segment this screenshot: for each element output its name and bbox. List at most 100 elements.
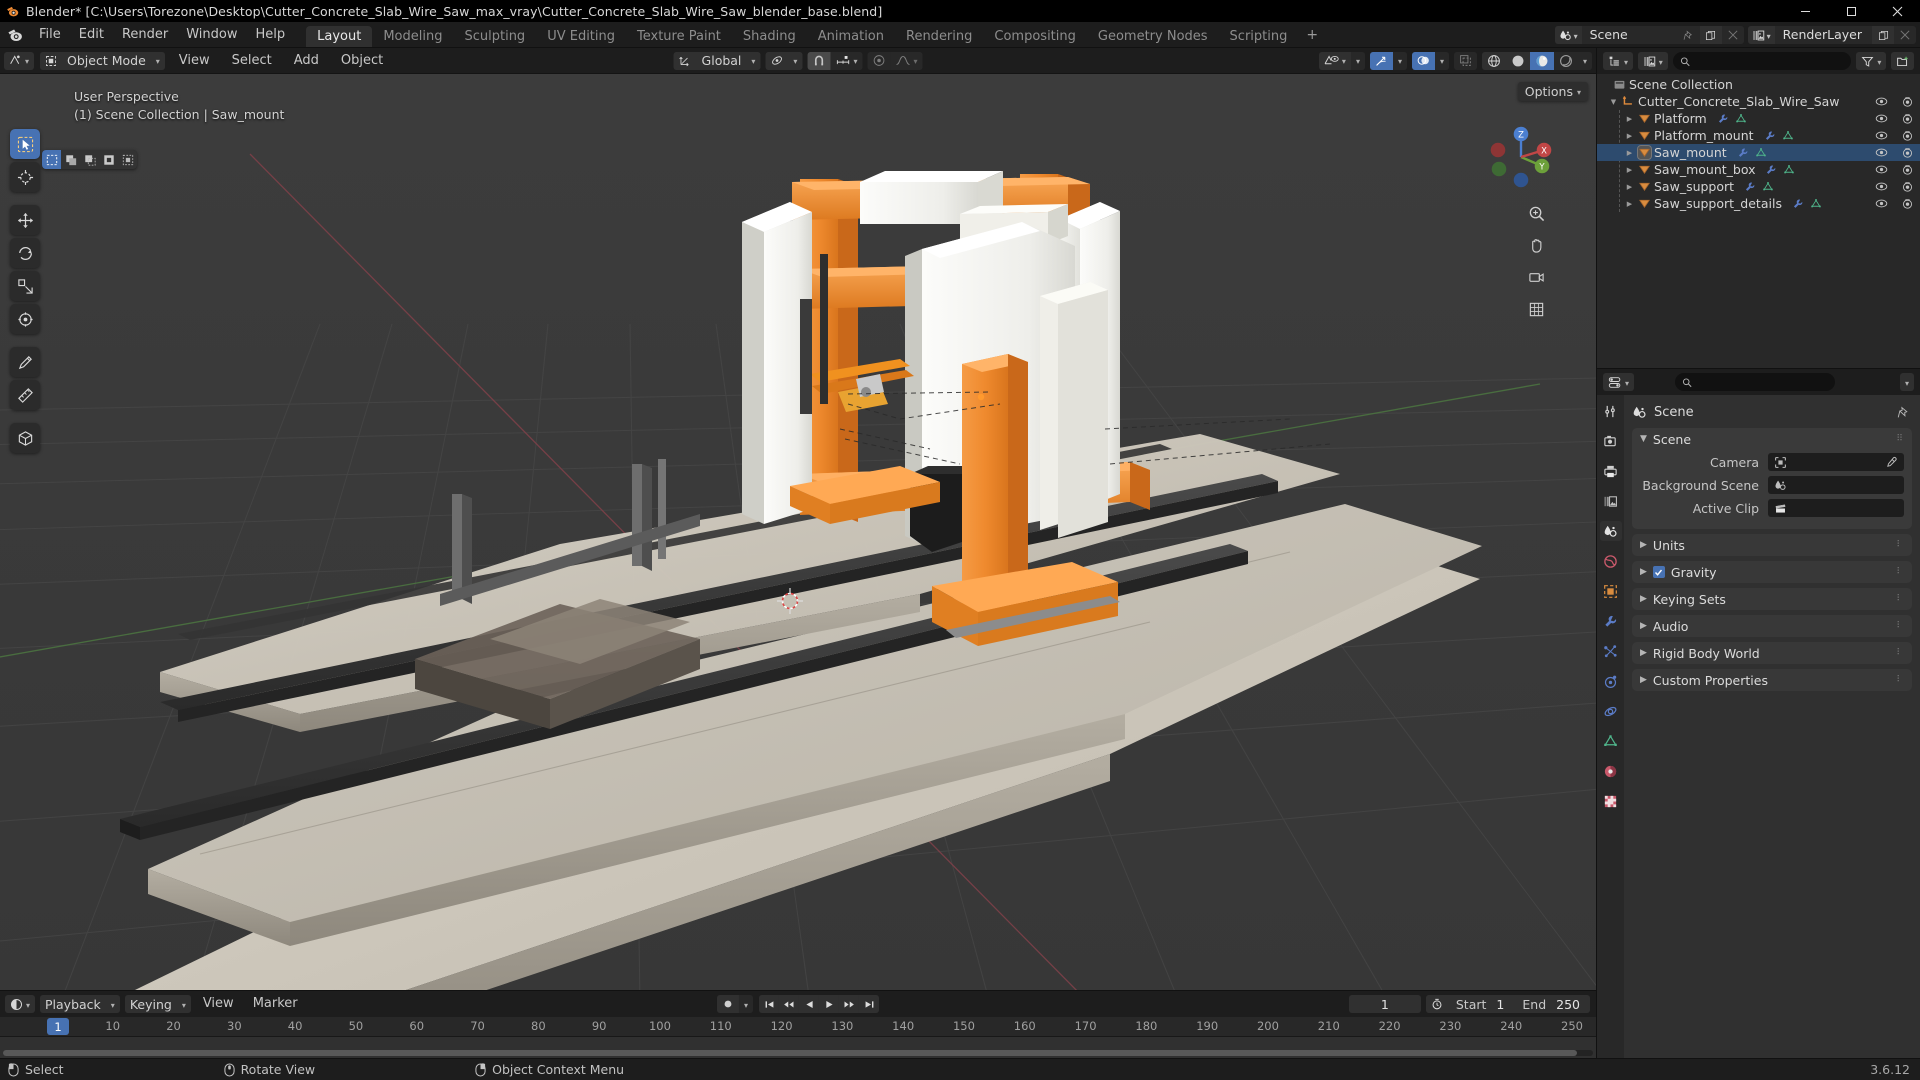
keying-popover[interactable]: Keying ▾: [124, 995, 191, 1013]
viewport-options-button[interactable]: Options ▾: [1517, 82, 1588, 101]
panel-header[interactable]: ▶ Units ⠇: [1632, 534, 1912, 556]
tab-modeling[interactable]: Modeling: [372, 26, 453, 47]
zoom-icon[interactable]: [1525, 202, 1548, 225]
object-expand-chevron-icon[interactable]: ▶: [1623, 132, 1636, 140]
mesh-data-icon[interactable]: [1782, 130, 1794, 142]
auto-keying-chevron-down-icon[interactable]: ▾: [738, 995, 754, 1013]
properties-tab-scene[interactable]: [1599, 521, 1622, 541]
overlays-chevron-down-icon[interactable]: ▾: [1434, 51, 1449, 70]
properties-tab-render[interactable]: [1600, 431, 1622, 451]
eyedropper-icon[interactable]: [1885, 456, 1898, 469]
new-collection-button[interactable]: [1891, 52, 1914, 70]
properties-tab-particles[interactable]: [1600, 641, 1622, 661]
frame-range-fields[interactable]: Start 1 End 250: [1425, 995, 1590, 1013]
shading-rendered-icon[interactable]: [1553, 51, 1578, 70]
timeline-menu-keying[interactable]: Keying: [124, 995, 177, 1013]
pin-scene-icon[interactable]: [1678, 26, 1700, 44]
modifier-wrench-icon[interactable]: [1737, 147, 1749, 159]
eye-icon[interactable]: [1875, 130, 1888, 141]
proportional-editing-controls[interactable]: ▾: [867, 51, 923, 70]
transform-orientation-selector[interactable]: Global ▾: [673, 51, 761, 70]
properties-tab-viewlayer[interactable]: [1600, 491, 1622, 511]
tab-layout[interactable]: Layout: [306, 25, 373, 47]
jump-to-prev-keyframe-button[interactable]: [779, 995, 800, 1013]
viewport-menu-select[interactable]: Select: [224, 48, 280, 74]
pivot-chevron-down-icon[interactable]: ▾: [788, 51, 803, 70]
toggle-ortho-icon[interactable]: [1525, 298, 1548, 321]
navigation-gizmo[interactable]: Z X Y: [1486, 122, 1556, 192]
timeline-menu-playback[interactable]: Playback: [40, 995, 106, 1013]
minimize-button[interactable]: [1782, 0, 1828, 22]
panel-chevron-right-icon[interactable]: ▶: [1640, 567, 1647, 577]
timeline-scrollbar[interactable]: [3, 1050, 1593, 1056]
remove-viewlayer-button[interactable]: [1894, 26, 1916, 44]
end-frame-value[interactable]: 250: [1554, 997, 1590, 1012]
properties-tab-object[interactable]: [1600, 581, 1622, 601]
auto-keying-icon[interactable]: [716, 995, 739, 1013]
play-reverse-button[interactable]: [799, 995, 820, 1013]
eye-icon[interactable]: [1875, 147, 1888, 158]
camera-view-icon[interactable]: [1525, 266, 1548, 289]
menu-render[interactable]: Render: [113, 22, 177, 48]
modifier-wrench-icon[interactable]: [1792, 198, 1804, 210]
outliner-row-collection[interactable]: ▼ Cutter_Concrete_Slab_Wire_Saw: [1597, 93, 1920, 110]
tab-texture-paint[interactable]: Texture Paint: [626, 26, 732, 47]
select-intersect-icon[interactable]: [118, 150, 137, 169]
outliner-display-mode-selector[interactable]: ▾: [1637, 52, 1668, 70]
add-workspace-button[interactable]: +: [1298, 22, 1326, 48]
outliner-row-object[interactable]: ▶ Saw_support_details: [1597, 195, 1920, 212]
outliner-search-input[interactable]: [1672, 52, 1852, 70]
properties-search-field[interactable]: [1696, 375, 1829, 389]
maximize-button[interactable]: [1828, 0, 1874, 22]
object-expand-chevron-icon[interactable]: ▶: [1623, 200, 1636, 208]
snapping-controls[interactable]: ▾: [807, 51, 863, 70]
current-frame-field[interactable]: 1: [1348, 995, 1421, 1013]
timeline-playhead[interactable]: 1: [47, 1018, 69, 1035]
viewlayer-icon[interactable]: ▾: [1747, 26, 1775, 44]
select-subtract-icon[interactable]: [80, 150, 99, 169]
properties-options-button[interactable]: ▾: [1899, 373, 1914, 391]
tab-sculpting[interactable]: Sculpting: [453, 26, 536, 47]
playback-chevron-down-icon[interactable]: ▾: [105, 995, 120, 1013]
panel-chevron-right-icon[interactable]: ▶: [1640, 621, 1647, 631]
orientation-chevron-down-icon[interactable]: ▾: [746, 51, 761, 70]
mesh-data-icon[interactable]: [1783, 164, 1795, 176]
panel-chevron-right-icon[interactable]: ▶: [1640, 648, 1647, 658]
start-frame-value[interactable]: 1: [1494, 997, 1514, 1012]
tool-tweak-icon[interactable]: [10, 129, 40, 159]
camera-render-icon[interactable]: [1901, 147, 1914, 159]
camera-render-icon[interactable]: [1901, 164, 1914, 176]
panel-header[interactable]: ▶ Gravity ⠇: [1632, 561, 1912, 583]
properties-tab-data[interactable]: [1600, 731, 1622, 751]
viewport-menu-add[interactable]: Add: [286, 48, 327, 74]
tab-shading[interactable]: Shading: [732, 26, 807, 47]
mesh-data-icon[interactable]: [1762, 181, 1774, 193]
mode-chevron-down-icon[interactable]: ▾: [150, 51, 165, 70]
background-scene-field[interactable]: [1768, 476, 1904, 494]
properties-tab-physics[interactable]: [1600, 671, 1622, 691]
filter-icon[interactable]: ▾: [1856, 52, 1887, 70]
camera-render-icon[interactable]: [1901, 130, 1914, 142]
object-mode-selector[interactable]: Object Mode ▾: [40, 51, 165, 70]
tool-annotate-icon[interactable]: [10, 347, 40, 377]
visibility-selector[interactable]: ▾ ▾: [1318, 51, 1365, 70]
mesh-data-icon[interactable]: [1810, 198, 1822, 210]
outliner-row-object[interactable]: ▶ Saw_mount_box: [1597, 161, 1920, 178]
scene-name-field[interactable]: Scene: [1581, 26, 1678, 44]
viewport-menu-view[interactable]: View: [171, 48, 218, 74]
new-collection-icon[interactable]: [1891, 52, 1914, 70]
editor-type-selector[interactable]: ▾: [4, 51, 35, 70]
properties-editor-icon[interactable]: ▾: [1603, 373, 1635, 391]
object-mode-label[interactable]: Object Mode: [62, 51, 151, 70]
tab-uv-editing[interactable]: UV Editing: [536, 26, 626, 47]
gizmo-chevron-down-icon[interactable]: ▾: [1392, 51, 1407, 70]
timeline-menu-view[interactable]: View: [196, 991, 241, 1017]
camera-field[interactable]: [1768, 453, 1904, 471]
viewport-menu-object[interactable]: Object: [333, 48, 391, 74]
outliner-row-object[interactable]: ▶ Platform_mount: [1597, 127, 1920, 144]
object-expand-chevron-icon[interactable]: ▶: [1623, 149, 1636, 157]
tool-scale-icon[interactable]: [10, 271, 40, 301]
transform-orientation-label[interactable]: Global: [696, 51, 747, 70]
panel-header[interactable]: ▶ Audio ⠇: [1632, 615, 1912, 637]
panel-header[interactable]: ▶ Keying Sets ⠇: [1632, 588, 1912, 610]
